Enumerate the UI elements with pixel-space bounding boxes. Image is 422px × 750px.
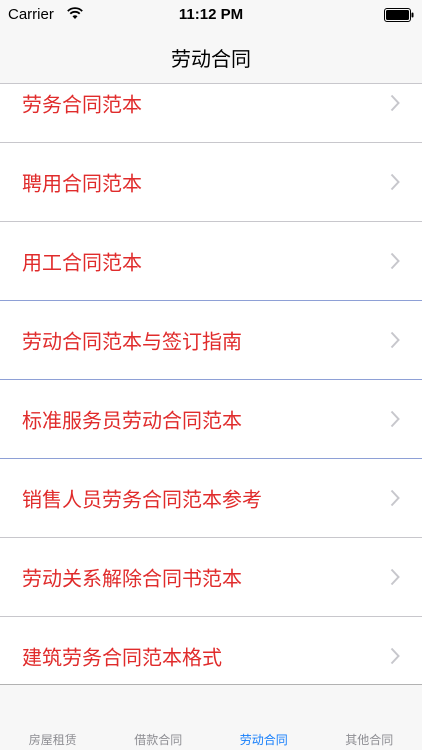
contract-list[interactable]: 劳务合同范本 聘用合同范本 用工合同范本 劳动合同范本与签订指南 标准服务员劳动… [0, 85, 422, 684]
list-item[interactable]: 标准服务员劳动合同范本 [0, 380, 422, 459]
tab-label: 劳动合同 [239, 733, 288, 747]
chevron-right-icon [390, 331, 400, 349]
page-title: 劳动合同 [171, 47, 251, 71]
status-bar: Carrier 11:12 PM [0, 0, 422, 29]
chevron-right-icon [390, 489, 400, 507]
chevron-right-icon [390, 94, 400, 112]
list-item[interactable]: 用工合同范本 [0, 222, 422, 301]
status-time: 11:12 PM [178, 6, 244, 23]
tab-loan-contract[interactable]: 借款合同 [106, 685, 212, 750]
tab-label: 借款合同 [134, 733, 183, 747]
list-item[interactable]: 劳务合同范本 [0, 85, 422, 143]
list-item-label: 销售人员劳务合同范本参考 [22, 487, 262, 512]
list-item-label: 用工合同范本 [22, 250, 142, 275]
list-item[interactable]: 销售人员劳务合同范本参考 [0, 459, 422, 538]
list-item-label: 劳务合同范本 [22, 92, 142, 117]
tab-other-contracts[interactable]: 其他合同 [317, 685, 422, 750]
battery-icon [384, 8, 414, 22]
list-item[interactable]: 聘用合同范本 [0, 143, 422, 222]
chevron-right-icon [390, 173, 400, 191]
tab-label: 房屋租赁 [28, 733, 77, 747]
chevron-right-icon [390, 252, 400, 270]
chevron-right-icon [390, 410, 400, 428]
list-item-label: 劳动合同范本与签订指南 [22, 329, 242, 354]
list-item-label: 劳动关系解除合同书范本 [22, 566, 242, 591]
list-item-label: 建筑劳务合同范本格式 [22, 645, 222, 670]
list-item-label: 聘用合同范本 [22, 171, 142, 196]
tab-labor-contract[interactable]: 劳动合同 [211, 685, 317, 750]
navigation-bar: 劳动合同 [0, 29, 422, 84]
chevron-right-icon [390, 647, 400, 665]
tab-house-rental[interactable]: 房屋租赁 [0, 685, 106, 750]
list-item[interactable]: 劳动关系解除合同书范本 [0, 538, 422, 617]
list-item[interactable]: 建筑劳务合同范本格式 [0, 617, 422, 684]
chevron-right-icon [390, 568, 400, 586]
list-item[interactable]: 劳动合同范本与签订指南 [0, 301, 422, 380]
list-item-label: 标准服务员劳动合同范本 [22, 408, 242, 433]
tab-label: 其他合同 [345, 733, 394, 747]
tab-bar: 房屋租赁 借款合同 劳动合同 其他合同 [0, 684, 422, 750]
